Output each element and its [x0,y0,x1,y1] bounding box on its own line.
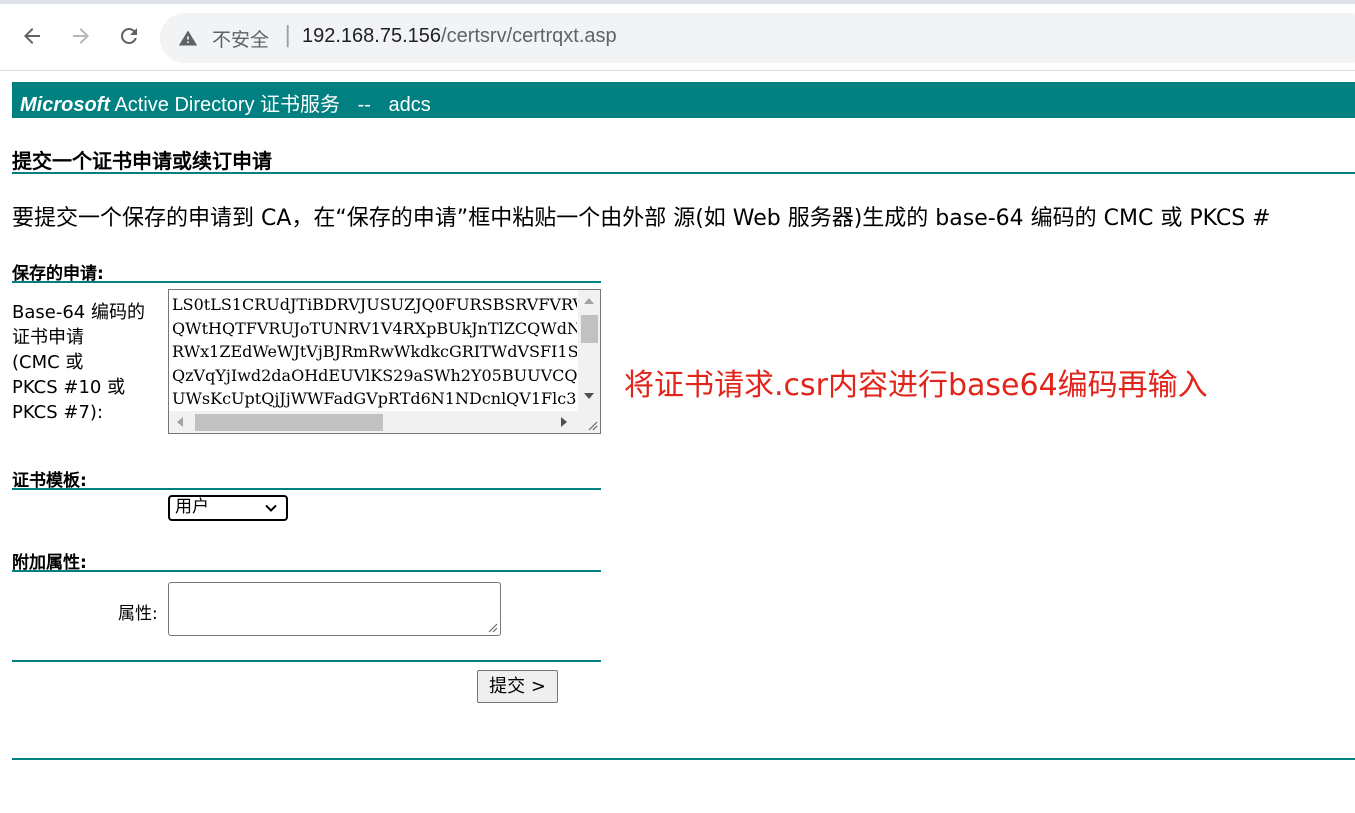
template-select[interactable]: 用户 [168,495,288,521]
attributes-textarea[interactable] [168,582,501,636]
banner-separator: -- [357,94,371,116]
textarea-resize-handle[interactable] [578,411,600,433]
back-button[interactable] [16,20,48,52]
omnibox-separator: | [284,23,292,48]
field-label-line: PKCS #7): [12,402,104,423]
field-label-line: (CMC 或 [12,352,84,373]
saved-request-divider [12,281,601,283]
template-selected-value: 用户 [175,497,209,517]
url-host: 192.168.75.156 [302,25,442,47]
scroll-up-arrow-icon[interactable] [584,298,594,304]
vertical-scroll-thumb[interactable] [581,315,598,343]
brand-name: Microsoft [20,94,110,116]
security-status[interactable]: 不安全 [212,25,269,52]
arrow-right-icon [73,28,89,44]
title-divider [12,172,1355,174]
horizontal-scrollbar[interactable] [169,411,578,433]
field-label-line: 证书申请 [12,327,84,348]
saved-request-field-label: Base-64 编码的 证书申请 (CMC 或 PKCS #10 或 PKCS … [12,300,162,425]
submit-button[interactable]: 提交 > [477,670,558,703]
product-name: Active Directory 证书服务 [114,94,341,116]
ca-name: adcs [388,94,431,116]
vertical-scrollbar[interactable] [578,290,600,413]
scroll-down-arrow-icon[interactable] [584,393,594,399]
resize-grip-icon [488,623,498,633]
scroll-right-arrow-icon[interactable] [561,417,567,427]
url-path: /certsrv/certrqxt.asp [441,25,617,47]
horizontal-scroll-thumb[interactable] [195,414,383,431]
saved-request-textarea[interactable]: LS0tLS1CRUdJTiBDRVJUSUZJQ0FURSBSRVFVRVNU… [168,289,601,434]
textarea-content[interactable]: LS0tLS1CRUdJTiBDRVJUSUZJQ0FURSBSRVFVRVNU… [172,293,577,411]
form-bottom-divider [12,660,601,662]
resize-grip-icon [588,421,598,431]
url-text[interactable]: 192.168.75.156/certsrv/certrqxt.asp [302,25,617,48]
textarea-line: QzVqYjIwd2daOHdEUVlKS29aSWh2Y05BUUVCQlFB… [172,365,577,385]
textarea-line: UWsKcUptQjJjWWFadGVpRTd6N1NDcnlQV1Flc3Fo… [172,389,577,408]
arrow-left-icon [24,28,40,44]
attributes-divider [12,570,601,572]
template-divider [12,488,601,490]
textarea-line: LS0tLS1CRUdJTiBDRVJUSUZJQ0FURSBSRVFVRVNU… [172,295,577,314]
scroll-left-arrow-icon[interactable] [177,417,183,427]
warning-icon[interactable] [178,28,198,48]
page-footer-divider [12,758,1355,760]
address-bar[interactable]: 不安全 | 192.168.75.156/certsrv/certrqxt.as… [160,13,1355,63]
forward-button[interactable] [65,20,97,52]
attributes-field-label: 属性: [118,604,158,624]
intro-text: 要提交一个保存的申请到 CA，在“保存的申请”框中粘贴一个由外部 源(如 Web… [12,206,1271,231]
reload-button[interactable] [113,20,145,52]
page-title: 提交一个证书申请或续订申请 [12,149,272,173]
chevron-down-icon [265,504,277,512]
red-annotation: 将证书请求.csr内容进行base64编码再输入 [624,368,1208,403]
page-header-banner: Microsoft Active Directory 证书服务 -- adcs [12,82,1355,118]
textarea-line: QWtHQTFVRUJoTUNRV1V4RXpBUkJnTlZCQWdNQ2xO… [172,318,577,338]
field-label-line: PKCS #10 或 [12,377,126,398]
textarea-line: RWx1ZEdWeWJtVjBJRmRwWkdkcGRITWdVSFI1SUV4… [172,342,577,361]
reload-icon [121,28,137,44]
browser-toolbar: 不安全 | 192.168.75.156/certsrv/certrqxt.as… [0,0,1355,71]
field-label-line: Base-64 编码的 [12,302,145,323]
